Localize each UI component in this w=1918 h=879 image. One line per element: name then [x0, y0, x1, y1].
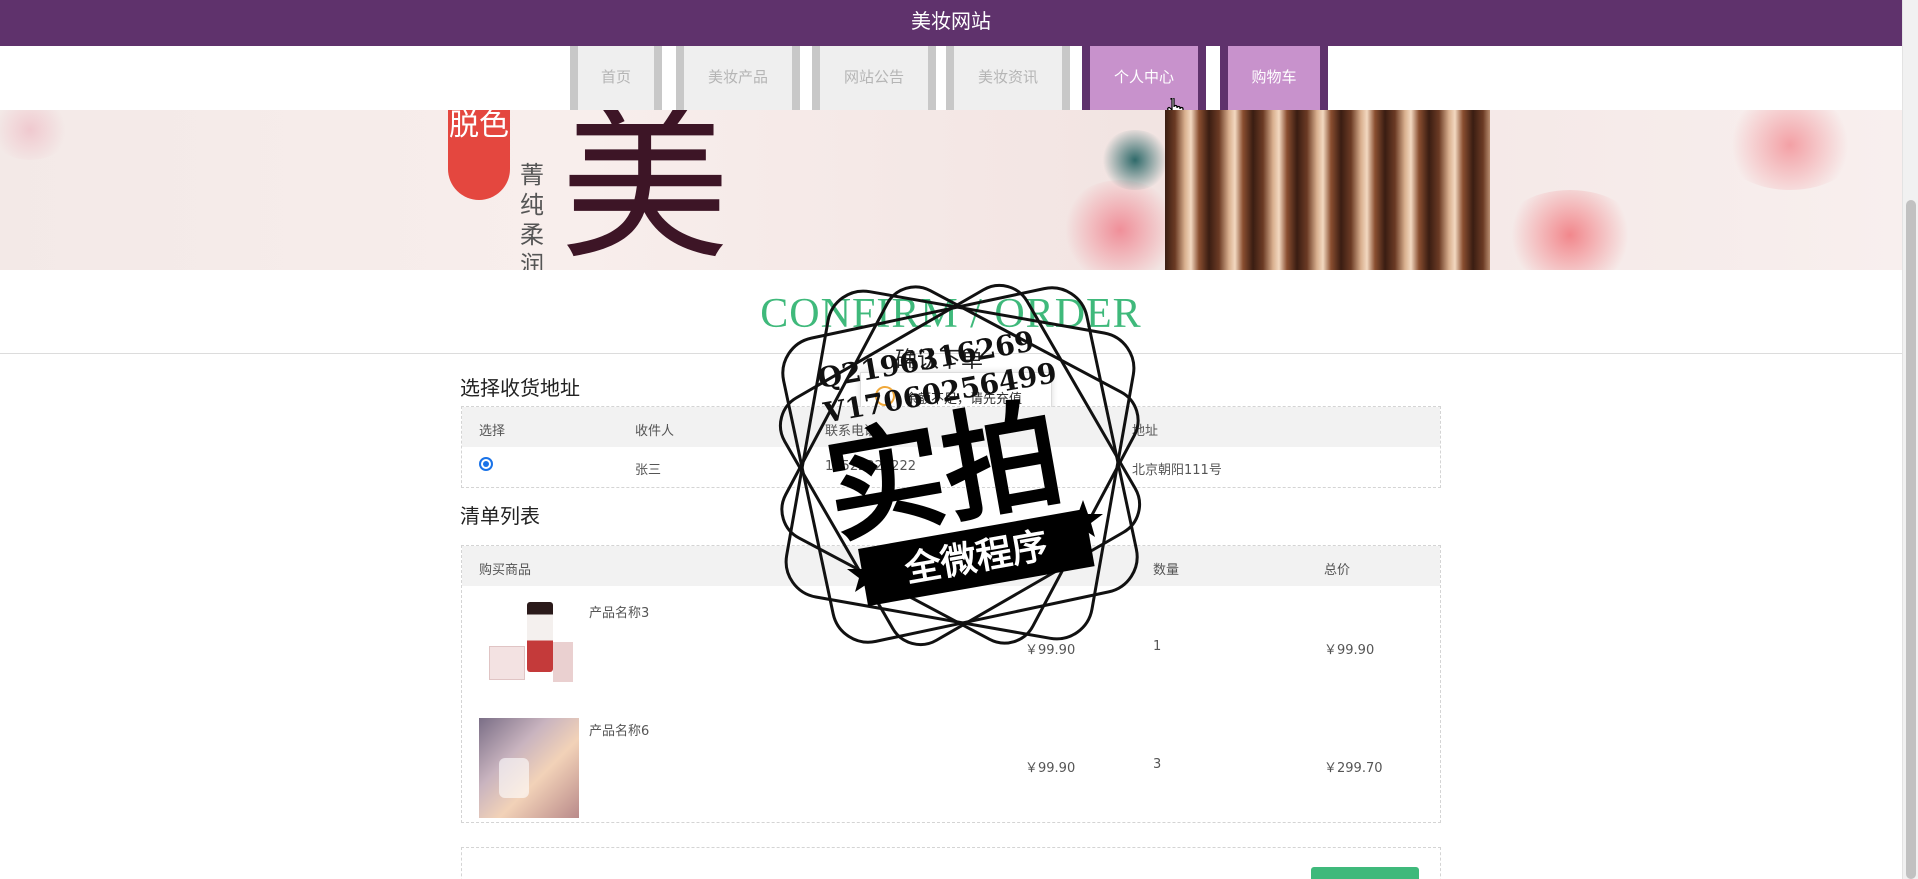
nav-news[interactable]: 美妆资讯 [946, 46, 1070, 110]
nav-products[interactable]: 美妆产品 [676, 46, 800, 110]
product-name[interactable]: 产品名称3 [589, 602, 649, 621]
order-summary [461, 847, 1441, 879]
banner-badge: 脱色 [448, 110, 510, 200]
unit-price: ￥99.90 [1025, 761, 1076, 776]
flower-decoration [0, 110, 70, 160]
submit-order-button[interactable] [1311, 867, 1419, 879]
column-header: 收件人 [635, 424, 675, 439]
flower-decoration [1720, 110, 1860, 190]
quantity: 3 [1153, 757, 1162, 772]
address-section-title: 选择收货地址 [460, 376, 580, 400]
product-name[interactable]: 产品名称6 [589, 720, 649, 739]
product-image[interactable] [479, 598, 579, 698]
banner-vertical-text: 菁纯柔润 [520, 161, 544, 270]
column-header: 购买商品 [479, 563, 532, 578]
column-header: 选择 [479, 424, 506, 439]
recipient-name: 张三 [635, 463, 662, 478]
line-total: ￥299.70 [1324, 761, 1383, 776]
watermark-stamp: Q2196316269 V17060256499 实拍 全微程序 [778, 283, 1142, 647]
site-title: 美妆网站 [911, 9, 991, 33]
lipstick-product-image [1165, 110, 1490, 270]
nav-user-center[interactable]: 个人中心 [1082, 46, 1206, 110]
nav-cart[interactable]: 购物车 [1220, 46, 1328, 110]
list-item: 产品名称6 ￥99.90 3 ￥299.70 [462, 704, 1440, 822]
product-image[interactable] [479, 718, 579, 818]
hero-banner: 脱色 菁纯柔润 美 [0, 110, 1902, 270]
nav-home[interactable]: 首页 [570, 46, 662, 110]
scrollbar-thumb[interactable] [1906, 200, 1916, 879]
banner-big-character: 美 [560, 110, 731, 270]
order-section-title: 清单列表 [460, 504, 540, 528]
page-scrollbar[interactable] [1902, 0, 1918, 879]
nav-announcements[interactable]: 网站公告 [812, 46, 936, 110]
site-header: 美妆网站 [0, 0, 1902, 46]
flower-decoration [1500, 190, 1640, 270]
line-total: ￥99.90 [1324, 643, 1375, 658]
column-header: 总价 [1324, 563, 1351, 578]
address-radio[interactable] [479, 457, 493, 471]
leaf-decoration [1100, 130, 1170, 190]
